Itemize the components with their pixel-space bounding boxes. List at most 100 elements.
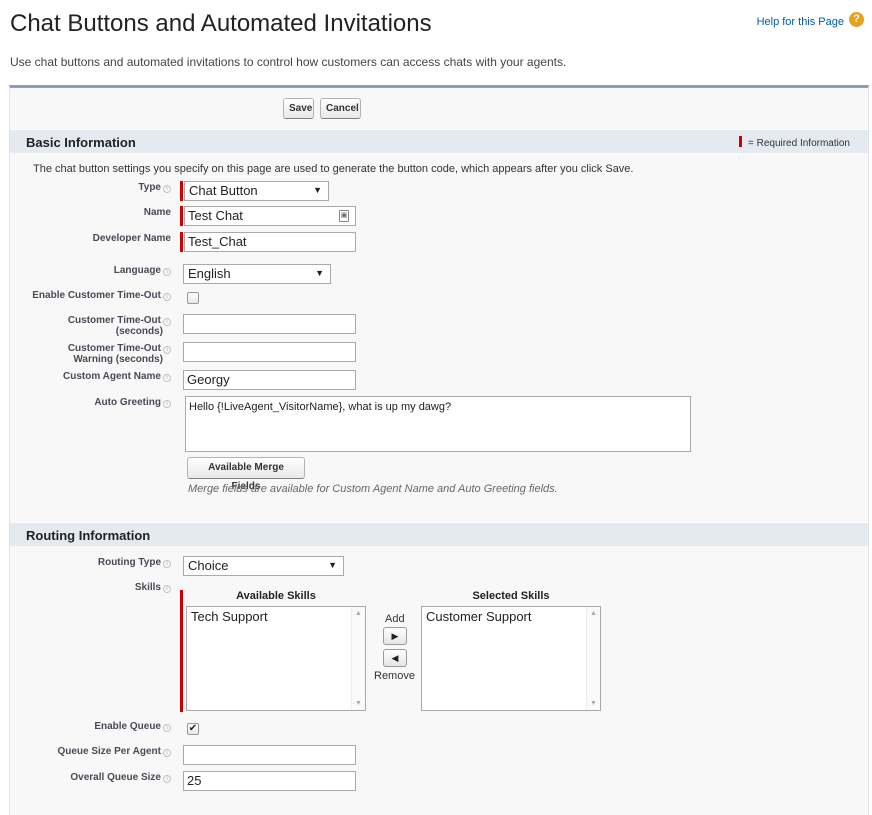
agent-name-label-text: Custom Agent Name bbox=[63, 371, 161, 382]
queue-size-label-text: Queue Size Per Agent bbox=[57, 746, 161, 757]
help-link[interactable]: Help for this Page bbox=[757, 16, 844, 28]
scroll-down-icon[interactable]: ▼ bbox=[355, 700, 362, 707]
required-legend-text: = Required Information bbox=[747, 138, 850, 149]
developer-name-field[interactable]: Test_Chat bbox=[184, 232, 356, 252]
developer-name-label: Developer Name bbox=[93, 233, 171, 244]
timeout-warning-label-line2: Warning (seconds) bbox=[73, 354, 163, 365]
type-label: Type i bbox=[138, 182, 171, 193]
contact-card-icon: ▣ bbox=[339, 210, 349, 222]
merge-fields-hint: Merge fields are available for Custom Ag… bbox=[188, 483, 558, 495]
type-label-text: Type bbox=[138, 182, 161, 193]
selected-skills-list[interactable]: Customer Support ▲ ▼ bbox=[421, 606, 601, 711]
agent-name-label: Custom Agent Name i bbox=[63, 371, 171, 382]
queue-size-label: Queue Size Per Agent i bbox=[57, 746, 171, 757]
help-icon[interactable]: ? bbox=[849, 12, 864, 27]
name-label: Name bbox=[144, 207, 171, 218]
overall-queue-label: Overall Queue Size i bbox=[70, 772, 171, 783]
add-skill-button[interactable]: ▶ bbox=[383, 627, 407, 645]
scrollbar[interactable]: ▲ ▼ bbox=[351, 607, 365, 710]
timeout-warning-label-line1: Customer Time-Out bbox=[67, 343, 161, 354]
page-description: Use chat buttons and automated invitatio… bbox=[10, 55, 567, 69]
info-icon[interactable]: i bbox=[163, 346, 171, 354]
info-icon[interactable]: i bbox=[163, 185, 171, 193]
basic-information-header: Basic Information = Required Information bbox=[10, 129, 868, 153]
enable-timeout-label-text: Enable Customer Time-Out bbox=[32, 290, 161, 301]
info-icon[interactable]: i bbox=[163, 585, 171, 593]
info-icon[interactable]: i bbox=[163, 268, 171, 276]
dropdown-arrow-icon: ▼ bbox=[313, 185, 322, 195]
enable-queue-label-text: Enable Queue bbox=[94, 721, 161, 732]
scroll-up-icon[interactable]: ▲ bbox=[590, 610, 597, 617]
timeout-warning-field[interactable] bbox=[183, 342, 356, 362]
dropdown-arrow-icon: ▼ bbox=[315, 268, 324, 278]
info-icon[interactable]: i bbox=[163, 749, 171, 757]
language-label-text: Language bbox=[113, 265, 161, 276]
routing-type-label-text: Routing Type bbox=[97, 557, 161, 568]
info-icon[interactable]: i bbox=[163, 400, 171, 408]
info-icon[interactable]: i bbox=[163, 724, 171, 732]
name-field[interactable]: Test Chat ▣ bbox=[184, 206, 356, 226]
developer-name-label-text: Developer Name bbox=[92, 233, 171, 244]
remove-label: Remove bbox=[374, 670, 415, 682]
required-indicator bbox=[180, 206, 183, 226]
section-title: Routing Information bbox=[26, 528, 151, 543]
auto-greeting-textarea[interactable]: Hello {!LiveAgent_VisitorName}, what is … bbox=[185, 396, 691, 452]
list-item[interactable]: Tech Support bbox=[191, 609, 361, 624]
section-title: Basic Information bbox=[26, 135, 136, 150]
overall-queue-field[interactable]: 25 bbox=[183, 771, 356, 791]
scroll-up-icon[interactable]: ▲ bbox=[355, 610, 362, 617]
required-indicator bbox=[180, 232, 183, 252]
enable-queue-checkbox[interactable]: ✔ bbox=[187, 723, 199, 735]
skills-label: Skills i bbox=[135, 582, 171, 593]
selected-skills-header: Selected Skills bbox=[472, 590, 550, 602]
required-indicator bbox=[180, 181, 183, 201]
info-icon[interactable]: i bbox=[163, 775, 171, 783]
type-select[interactable]: Chat Button ▼ bbox=[184, 181, 329, 201]
timeout-field[interactable] bbox=[183, 314, 356, 334]
language-select[interactable]: English ▼ bbox=[183, 264, 331, 284]
routing-type-label: Routing Type i bbox=[98, 557, 171, 568]
name-label-text: Name bbox=[143, 207, 171, 218]
available-merge-fields-button[interactable]: Available Merge Fields bbox=[187, 457, 305, 492]
timeout-warning-label: Customer Time-Out i Warning (seconds) bbox=[68, 343, 171, 365]
routing-type-select[interactable]: Choice ▼ bbox=[183, 556, 344, 576]
available-skills-list[interactable]: Tech Support ▲ ▼ bbox=[186, 606, 366, 711]
info-icon[interactable]: i bbox=[163, 293, 171, 301]
add-label: Add bbox=[385, 613, 405, 625]
info-icon[interactable]: i bbox=[163, 374, 171, 382]
queue-size-field[interactable] bbox=[183, 745, 356, 765]
arrow-left-icon: ◀ bbox=[391, 653, 399, 663]
required-legend: = Required Information bbox=[738, 136, 850, 149]
list-item[interactable]: Customer Support bbox=[426, 609, 596, 624]
language-label: Language i bbox=[114, 265, 171, 276]
enable-timeout-label: Enable Customer Time-Out i bbox=[32, 290, 171, 301]
dropdown-arrow-icon: ▼ bbox=[328, 560, 337, 570]
enable-queue-label: Enable Queue i bbox=[94, 721, 171, 732]
auto-greeting-label-text: Auto Greeting bbox=[94, 397, 161, 408]
required-bar-icon bbox=[738, 136, 742, 147]
routing-type-select-value: Choice bbox=[188, 558, 229, 573]
available-skills-header: Available Skills bbox=[236, 590, 316, 602]
type-select-value: Chat Button bbox=[189, 183, 258, 198]
enable-timeout-checkbox[interactable] bbox=[187, 292, 199, 304]
scroll-down-icon[interactable]: ▼ bbox=[590, 700, 597, 707]
timeout-label-line1: Customer Time-Out bbox=[67, 315, 161, 326]
cancel-button[interactable]: Cancel bbox=[320, 98, 361, 119]
skills-label-text: Skills bbox=[134, 582, 161, 593]
timeout-label-line2: (seconds) bbox=[115, 326, 163, 337]
overall-queue-label-text: Overall Queue Size bbox=[70, 772, 161, 783]
auto-greeting-label: Auto Greeting i bbox=[94, 397, 171, 408]
name-field-value: Test Chat bbox=[188, 208, 243, 223]
scrollbar[interactable]: ▲ ▼ bbox=[586, 607, 600, 710]
remove-skill-button[interactable]: ◀ bbox=[383, 649, 407, 667]
routing-information-header: Routing Information bbox=[10, 522, 868, 546]
language-select-value: English bbox=[188, 266, 231, 281]
agent-name-field[interactable]: Georgy bbox=[183, 370, 356, 390]
info-icon[interactable]: i bbox=[163, 318, 171, 326]
basic-intro-text: The chat button settings you specify on … bbox=[33, 163, 634, 175]
page-title: Chat Buttons and Automated Invitations bbox=[10, 10, 432, 37]
info-icon[interactable]: i bbox=[163, 560, 171, 568]
save-button[interactable]: Save bbox=[283, 98, 314, 119]
arrow-right-icon: ▶ bbox=[391, 631, 399, 641]
required-indicator bbox=[180, 590, 183, 712]
